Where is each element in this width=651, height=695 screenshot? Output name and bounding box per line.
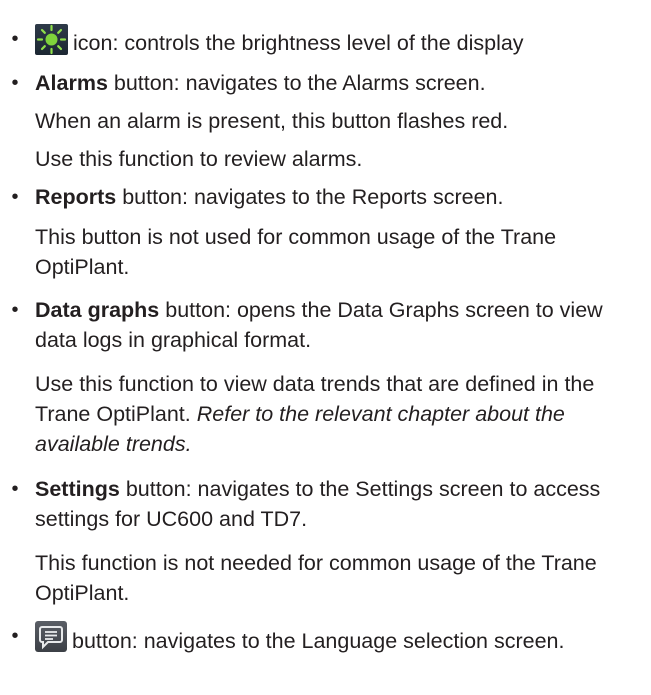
item-label: Settings [35, 477, 120, 501]
bullet: • [11, 299, 19, 321]
bullet: • [11, 28, 19, 50]
item-paragraph: Use this function to view data trends th… [35, 369, 643, 459]
item-paragraph: This button is not used for common usage… [35, 225, 557, 279]
item-text: Reports button: navigates to the Reports… [35, 182, 643, 212]
item-paragraph: This function is not needed for common u… [35, 551, 597, 605]
item-description: button: navigates to the Settings screen… [35, 477, 601, 531]
brightness-sun-icon [35, 24, 68, 55]
item-text: Settings button: navigates to the Settin… [35, 474, 643, 534]
bullet: • [11, 72, 19, 94]
item-text: icon: controls the brightness level of t… [35, 24, 643, 58]
bullet: • [11, 478, 19, 500]
item-paragraph: When an alarm is present, this button fl… [35, 109, 509, 133]
item-label: Alarms [35, 71, 108, 95]
item-text: Data graphs button: opens the Data Graph… [35, 295, 643, 355]
item-text: Alarms button: navigates to the Alarms s… [35, 68, 643, 98]
language-speech-bubble-icon [35, 621, 67, 652]
item-description: button: navigates to the Alarms screen. [113, 71, 486, 95]
bullet: • [11, 186, 19, 208]
item-label: Reports [35, 185, 117, 209]
item-label: Data graphs [35, 298, 160, 322]
bullet: • [11, 625, 19, 647]
item-description: button: navigates to the Reports screen. [122, 185, 504, 209]
item-description: icon: controls the brightness level of t… [73, 31, 524, 55]
item-paragraph: Use this function to review alarms. [35, 147, 363, 171]
item-text: button: navigates to the Language select… [35, 621, 643, 656]
item-description: button: navigates to the Language select… [72, 629, 565, 653]
